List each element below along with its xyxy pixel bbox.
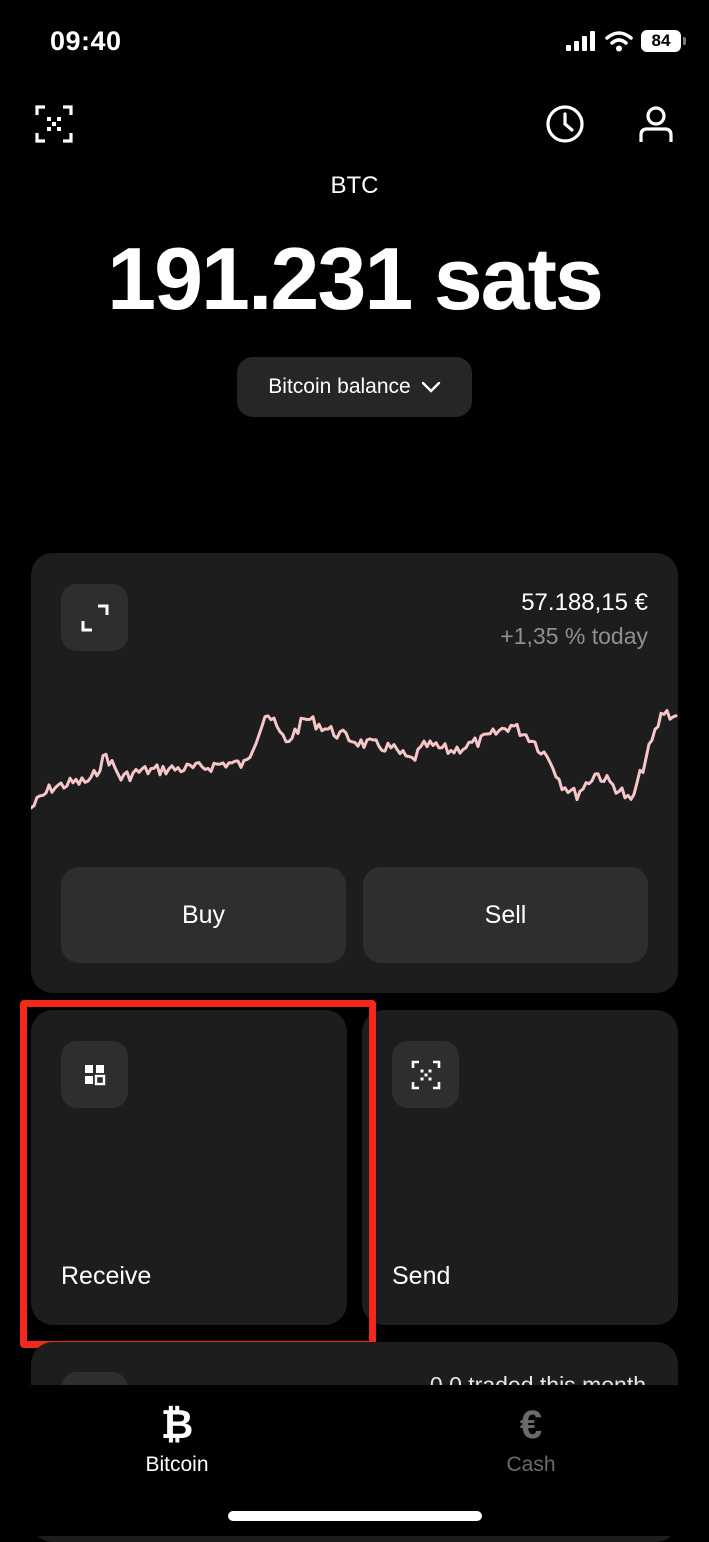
status-icons: 84 [565,30,686,52]
battery-icon: 84 [641,30,686,52]
price-card: 57.188,15 € +1,35 % today Buy Sell [31,553,678,993]
nav-item-cash[interactable]: € Cash [431,1403,631,1477]
buy-button[interactable]: Buy [61,867,346,963]
price-chart [31,709,678,810]
currency-label: BTC [330,172,379,199]
scan-icon [35,105,73,143]
btc-price: 57.188,15 € [521,589,648,616]
balance-selector-label: Bitcoin balance [268,375,411,398]
send-card[interactable]: Send [362,1010,678,1325]
balance-selector[interactable]: Bitcoin balance [237,357,472,417]
nav-label-bitcoin: Bitcoin [145,1453,209,1476]
chevron-down-icon [421,381,440,393]
price-change: +1,35 % today [500,623,648,649]
profile-icon [639,106,673,142]
expand-button[interactable] [61,584,128,651]
nav-label-cash: Cash [506,1453,556,1476]
scan-icon [411,1060,440,1089]
history-icon [546,105,584,143]
balance-amount: 191.231 sats [107,229,604,328]
history-button[interactable] [545,104,585,144]
price-line [31,709,678,810]
bitcoin-icon: ₿ [160,1403,194,1447]
send-icon-tile [392,1041,459,1108]
signal-icon [566,31,595,51]
receive-highlight [20,1000,376,1348]
euro-icon: € [519,1403,543,1447]
expand-icon [81,604,108,631]
status-time: 09:40 [50,26,122,56]
battery-level: 84 [651,31,671,50]
home-indicator[interactable] [228,1511,482,1521]
wifi-icon [605,31,633,52]
nav-item-bitcoin[interactable]: ₿ Bitcoin [77,1403,277,1477]
sell-button[interactable]: Sell [363,867,648,963]
send-label: Send [392,1262,451,1290]
profile-button[interactable] [636,104,676,144]
scan-button[interactable] [34,104,74,144]
